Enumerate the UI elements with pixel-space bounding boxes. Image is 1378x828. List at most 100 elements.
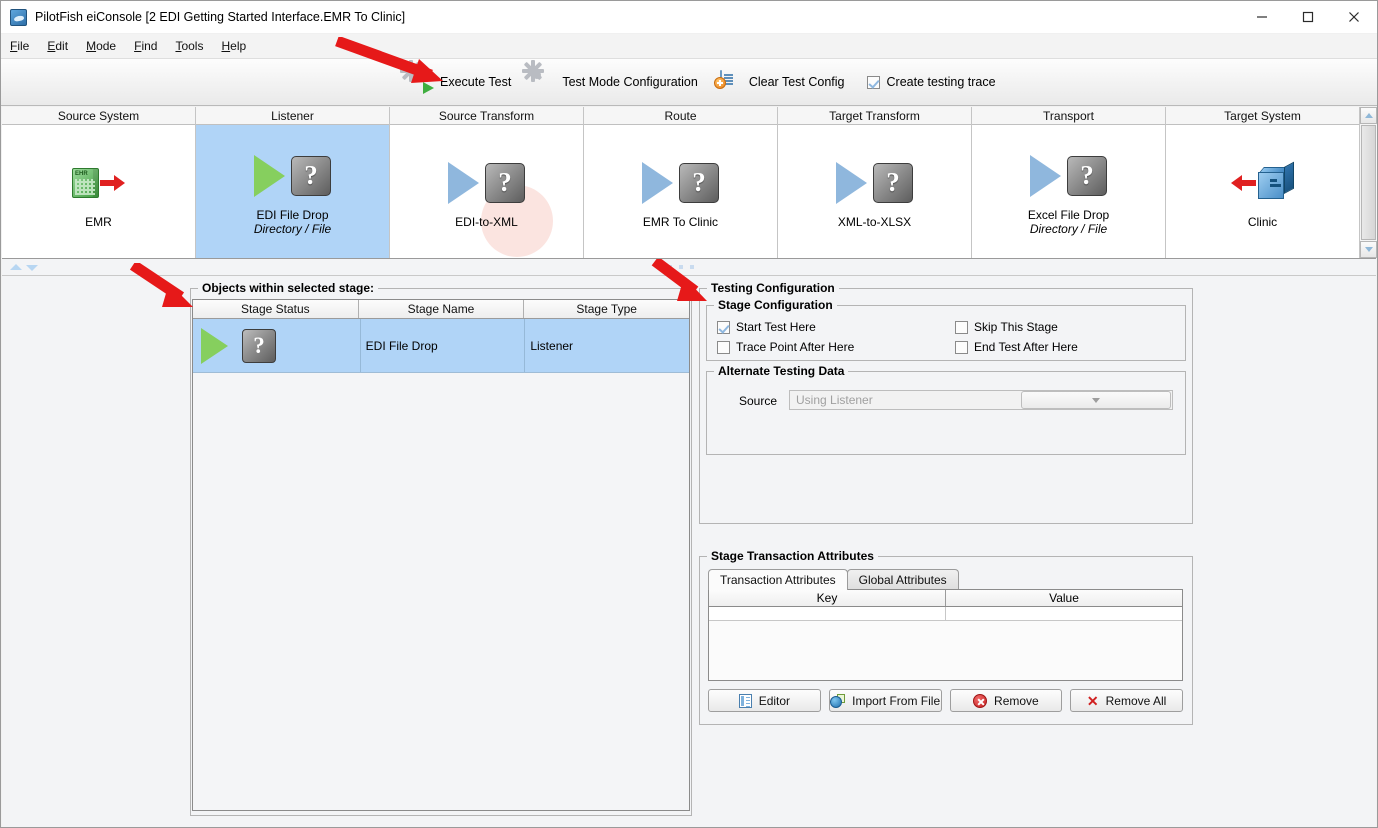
checkbox-trace-point-after-here[interactable]: Trace Point After Here (717, 340, 854, 354)
menu-item-edit[interactable]: Edit (38, 36, 77, 56)
clear-test-config-label: Clear Test Config (748, 75, 845, 89)
column-header-key[interactable]: Key (709, 590, 946, 606)
minimize-icon[interactable] (1239, 1, 1285, 34)
attributes-tabs: Transaction Attributes Global Attributes (708, 569, 959, 590)
pipeline-label-target-system: Clinic (1247, 214, 1278, 229)
pipeline-stage-listener[interactable]: Listener ? EDI File Drop Directory / Fil… (196, 107, 390, 258)
scroll-down-icon[interactable] (1360, 241, 1377, 258)
source-value: Using Listener (796, 393, 873, 407)
clear-test-config-icon (713, 70, 742, 93)
menu-item-file[interactable]: File (1, 36, 38, 56)
collapse-up-icon[interactable] (10, 264, 22, 270)
attributes-table-header: Key Value (709, 590, 1182, 607)
execute-test-icon (400, 60, 434, 94)
cell-value[interactable] (946, 607, 1182, 620)
pipeline-stage-source-system[interactable]: Source System EMR (2, 107, 196, 258)
cell-stage-name: EDI File Drop (361, 319, 526, 372)
pipeline-label-transport: Excel File Drop (1027, 207, 1110, 222)
remove-button-label: Remove (994, 693, 1039, 708)
pipeline-stage-target-transform[interactable]: Target Transform ? XML-to-XLSX (778, 107, 972, 258)
stage-transaction-attributes-panel: Stage Transaction Attributes Transaction… (699, 549, 1193, 725)
green-play-icon (254, 154, 285, 197)
application-window: PilotFish eiConsole [2 EDI Getting Start… (0, 0, 1378, 828)
column-header-stage-name[interactable]: Stage Name (358, 300, 525, 318)
pipeline-header-listener: Listener (196, 107, 389, 125)
pipeline-sublabel-listener: Directory / File (253, 221, 332, 236)
checkbox-end-test-after-here[interactable]: End Test After Here (955, 340, 1078, 354)
attributes-button-row: Editor Import From File Remove ✕ Remove … (708, 689, 1183, 712)
checkbox-box (717, 320, 730, 334)
pipeline-stage-source-transform[interactable]: Source Transform ? EDI-to-XML (390, 107, 584, 258)
objects-table[interactable]: Stage Status Stage Name Stage Type ? EDI… (192, 299, 690, 811)
checkbox-label: Start Test Here (736, 320, 816, 334)
pipeline-label-source-system: EMR (85, 214, 112, 229)
create-testing-trace-checkbox[interactable]: Create testing trace (866, 75, 996, 89)
window-controls (1239, 1, 1377, 34)
checkbox-start-test-here[interactable]: Start Test Here (717, 320, 816, 334)
pipeline-sublabel-transport: Directory / File (1029, 221, 1108, 236)
remove-button[interactable]: Remove (949, 689, 1063, 712)
cell-key[interactable] (709, 607, 946, 620)
menu-item-tools[interactable]: Tools (166, 36, 212, 56)
attributes-table-empty-area (709, 621, 1182, 680)
pipeline-header-source-system: Source System (2, 107, 195, 125)
execute-test-label: Execute Test (440, 75, 512, 89)
lower-panels: Objects within selected stage: Stage Sta… (2, 276, 1376, 827)
checkbox-skip-this-stage[interactable]: Skip This Stage (955, 320, 1058, 334)
pipeline-stage-transport[interactable]: Transport ? Excel File Drop Directory / … (972, 107, 1166, 258)
tab-global-attributes[interactable]: Global Attributes (846, 569, 959, 590)
create-testing-trace-label: Create testing trace (886, 75, 996, 89)
testing-configuration-panel: Testing Configuration Stage Configuratio… (699, 281, 1193, 524)
column-header-stage-status[interactable]: Stage Status (193, 300, 359, 318)
editor-button-label: Editor (758, 693, 791, 708)
window-title: PilotFish eiConsole [2 EDI Getting Start… (35, 10, 406, 24)
editor-icon (738, 693, 752, 708)
pilotfish-icon (10, 8, 27, 26)
test-mode-configuration-button[interactable]: Test Mode Configuration (522, 60, 698, 93)
tab-transaction-attributes[interactable]: Transaction Attributes (708, 569, 848, 590)
cell-stage-type: Listener (530, 338, 574, 353)
title-bar: PilotFish eiConsole [2 EDI Getting Start… (1, 1, 1377, 34)
attributes-empty-row[interactable] (709, 607, 1182, 621)
pipeline-label-source-transform: EDI-to-XML (455, 214, 518, 229)
pipeline-header-route: Route (584, 107, 777, 125)
toolbar: Execute Test Test Mode Configuration Cle… (1, 59, 1377, 106)
pipeline-label-listener: EDI File Drop (256, 207, 329, 222)
source-combobox[interactable]: Using Listener (789, 390, 1173, 410)
execute-test-button[interactable]: Execute Test (400, 60, 512, 94)
attributes-table[interactable]: Key Value (708, 589, 1183, 681)
splitter-grip[interactable] (657, 265, 694, 269)
pipeline-stage-route[interactable]: Route ? EMR To Clinic (584, 107, 778, 258)
maximize-icon[interactable] (1285, 1, 1331, 34)
unknown-status-icon: ? (291, 155, 331, 196)
stage-transaction-attributes-title: Stage Transaction Attributes (707, 549, 878, 563)
panel-splitter[interactable] (2, 259, 1376, 276)
editor-button[interactable]: Editor (708, 689, 821, 712)
import-from-file-button[interactable]: Import From File (828, 689, 942, 712)
objects-table-empty-area (193, 373, 689, 810)
checkbox-label: Trace Point After Here (736, 340, 855, 354)
table-row[interactable]: ? EDI File Drop Listener (193, 319, 689, 373)
unknown-status-icon: ? (242, 328, 276, 363)
column-header-stage-type[interactable]: Stage Type (524, 300, 689, 318)
close-icon[interactable] (1331, 1, 1377, 34)
scrollbar-thumb[interactable] (1361, 125, 1376, 240)
menu-item-mode[interactable]: Mode (77, 36, 125, 56)
objects-panel-title: Objects within selected stage: (198, 281, 379, 295)
column-header-value[interactable]: Value (946, 590, 1182, 606)
stage-configuration-group: Stage Configuration Start Test Here Skip… (706, 298, 1186, 361)
green-play-icon (201, 327, 228, 364)
pipeline-scrollbar[interactable] (1359, 107, 1377, 258)
pipeline-stage-target-system[interactable]: Target System Clinic (1166, 107, 1359, 258)
unknown-status-icon: ? (873, 162, 913, 203)
scroll-up-icon[interactable] (1360, 107, 1377, 124)
objects-table-header: Stage Status Stage Name Stage Type (193, 300, 689, 319)
collapse-down-icon[interactable] (26, 265, 38, 271)
clear-test-config-button[interactable]: Clear Test Config (713, 70, 845, 93)
vertical-splitter[interactable] (693, 276, 698, 827)
chevron-down-icon[interactable] (1020, 391, 1171, 409)
menu-item-help[interactable]: Help (212, 36, 255, 56)
menu-item-find[interactable]: Find (125, 36, 166, 56)
remove-all-button[interactable]: ✕ Remove All (1070, 689, 1183, 712)
blue-play-icon (448, 161, 479, 204)
